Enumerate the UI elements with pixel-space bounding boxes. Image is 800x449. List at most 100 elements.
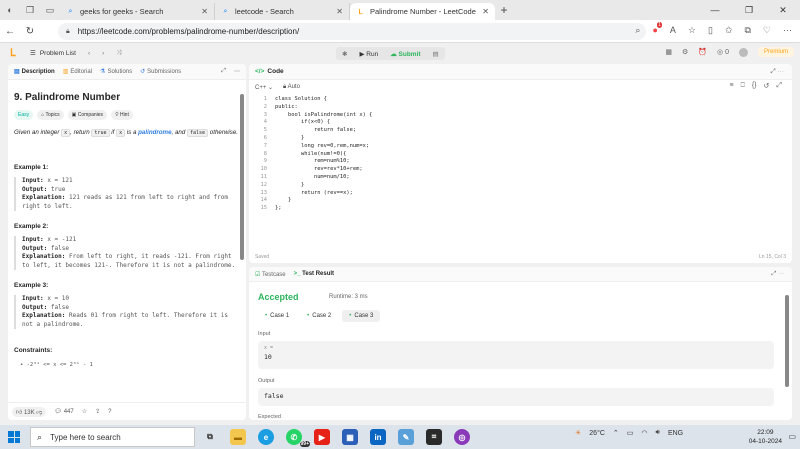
tray-chevron-icon[interactable]: ⌃ — [613, 429, 619, 437]
browser-tab-palindrome[interactable]: ᒪ Palindrome Number - LeetCode ✕ — [350, 3, 495, 20]
task-view-icon[interactable]: ⧉ — [202, 429, 218, 445]
notifications-icon[interactable]: ⏰ — [698, 48, 707, 56]
tab-solutions[interactable]: ⚗ Solutions — [100, 68, 132, 75]
expand-icon[interactable]: ⤢ — [221, 68, 226, 75]
palindrome-link[interactable]: palindrome — [138, 129, 171, 136]
help-icon[interactable]: ? — [108, 409, 111, 415]
code-line[interactable]: 6 } — [249, 135, 792, 143]
companies-badge[interactable]: ▣ Companies — [67, 110, 108, 120]
tab-actions-icon[interactable]: ▭ — [40, 0, 60, 20]
code-line[interactable]: 4 if(x<0) { — [249, 119, 792, 127]
prev-problem-icon[interactable]: ‹ — [88, 50, 90, 57]
youtube-icon[interactable]: ▶ — [314, 429, 330, 445]
new-tab-button[interactable]: + — [495, 3, 513, 17]
notes-icon[interactable]: ▤ — [433, 50, 439, 58]
close-tab-icon[interactable]: ✕ — [482, 7, 489, 16]
case-3-tab[interactable]: • Case 3 — [342, 310, 381, 322]
problem-list-nav[interactable]: ☰ Problem List ‹ › ⤨ — [30, 49, 122, 57]
next-problem-icon[interactable]: › — [102, 50, 104, 57]
code-line[interactable]: 14 } — [249, 197, 792, 205]
close-tab-icon[interactable]: ✕ — [201, 7, 208, 16]
language-select[interactable]: C++ ⌄ — [255, 84, 273, 91]
tab-testcase[interactable]: ☑ Testcase — [255, 271, 286, 278]
code-line[interactable]: 5 return false; — [249, 127, 792, 135]
workspaces-icon[interactable]: ❐ — [20, 0, 40, 20]
zoom-icon[interactable]: ⌕ — [635, 25, 640, 36]
wifi-icon[interactable]: ◠ — [641, 429, 647, 437]
comments-button[interactable]: 💬︎ 447 — [54, 408, 73, 415]
photos-icon[interactable]: ▦ — [342, 429, 358, 445]
debug-icon[interactable]: ✱ — [342, 50, 347, 58]
code-line[interactable]: 10 rev=rev*10+rem; — [249, 166, 792, 174]
share-icon[interactable]: ⇪ — [95, 408, 100, 415]
favorites-icon[interactable]: ✩ — [725, 25, 733, 36]
profile-icon[interactable]: ◐ — [0, 0, 20, 20]
url-field[interactable]: 🔒︎ https://leetcode.com/problems/palindr… — [58, 23, 646, 40]
settings-more-icon[interactable]: ··· — [783, 25, 792, 36]
coins-icon[interactable]: ◎ 0 — [717, 48, 729, 56]
bookmark-icon[interactable]: ⎕ — [741, 82, 745, 90]
layout-icon[interactable]: ▦ — [665, 48, 672, 56]
premium-button[interactable]: Premium — [757, 47, 794, 57]
app-icon[interactable]: ◎ — [454, 429, 470, 445]
panel-menu-icon[interactable]: ⤢ ⋯ — [772, 271, 784, 278]
case-2-tab[interactable]: • Case 2 — [300, 310, 338, 322]
back-icon[interactable]: ← — [0, 26, 20, 37]
code-line[interactable]: 15}; — [249, 205, 792, 213]
result-scrollbar[interactable] — [785, 295, 789, 387]
refresh-icon[interactable]: ↻ — [20, 26, 40, 37]
hint-badge[interactable]: 💡︎ Hint — [111, 110, 133, 120]
favorite-icon[interactable]: ☆ — [82, 408, 87, 415]
tab-editorial[interactable]: ▥ Editorial — [63, 68, 92, 75]
weather-temp[interactable]: 26°C — [589, 430, 605, 437]
like-button[interactable]: 👍︎ 13K 👎︎ — [12, 406, 47, 417]
submit-button[interactable]: ☁ Submit — [390, 50, 420, 58]
run-button[interactable]: ▶ Run — [359, 50, 378, 58]
panel-menu-icon[interactable]: ⋯ — [234, 68, 240, 75]
file-explorer-icon[interactable]: ▬ — [230, 429, 246, 445]
menu-icon[interactable]: ≡ — [730, 82, 734, 90]
code-line[interactable]: 8 while(num!=0){ — [249, 151, 792, 159]
notification-icon[interactable]: ▭ — [788, 432, 796, 441]
tab-test-result[interactable]: >_ Test Result — [294, 271, 334, 277]
read-aloud-icon[interactable]: A — [670, 25, 676, 36]
collections-icon[interactable]: ⧉ — [744, 25, 750, 36]
language-indicator[interactable]: ENG — [668, 430, 683, 437]
code-line[interactable]: 7 long rev=0,rem,num=x; — [249, 143, 792, 151]
code-editor[interactable]: 1 class Solution {2 public: 3 bool isPalind… — [249, 96, 792, 213]
minimize-icon[interactable]: — — [698, 0, 732, 20]
code-line[interactable]: 9 rem=num%10; — [249, 158, 792, 166]
code-line[interactable]: 1 class Solution { — [249, 96, 792, 104]
whatsapp-icon[interactable]: ✆ 99+ — [286, 429, 310, 447]
tab-submissions[interactable]: ↺ Submissions — [140, 68, 181, 75]
paint-icon[interactable]: ✎ — [398, 429, 414, 445]
fullscreen-icon[interactable]: ⤢ — [776, 82, 782, 90]
code-line[interactable]: 13 return (rev==x); — [249, 190, 792, 198]
brackets-icon[interactable]: {} — [752, 82, 757, 90]
close-window-icon[interactable]: ✕ — [766, 0, 800, 20]
tab-description[interactable]: ▤ Description — [14, 68, 55, 75]
leetcode-logo-icon[interactable]: ᒪ — [10, 48, 20, 59]
taskbar-search[interactable]: ⌕ Type here to search — [30, 427, 195, 447]
browser-tab-gfg[interactable]: ⌕ geeks for geeks - Search ✕ — [60, 3, 215, 20]
settings-icon[interactable]: ⚙ — [682, 48, 688, 56]
description-scrollbar[interactable] — [240, 94, 244, 260]
shuffle-icon[interactable]: ⤨ — [116, 49, 121, 57]
browser-tab-leetcode-search[interactable]: ⌕ leetcode - Search ✕ — [215, 3, 350, 20]
case-1-tab[interactable]: • Case 1 — [258, 310, 296, 322]
extension-icon[interactable]: ● 1 — [652, 22, 662, 36]
code-line[interactable]: 12 } — [249, 182, 792, 190]
close-tab-icon[interactable]: ✕ — [336, 7, 343, 16]
avatar[interactable] — [738, 47, 748, 57]
reset-icon[interactable]: ↺ — [764, 82, 770, 90]
vscode-icon[interactable]: ⌗ — [426, 429, 442, 445]
code-line[interactable]: 11 num=num/10; — [249, 174, 792, 182]
maximize-icon[interactable]: ❐ — [732, 0, 766, 20]
topics-badge[interactable]: ⌂ Topics — [37, 110, 64, 120]
network-icon[interactable]: ▭ — [627, 429, 634, 437]
windows-start-icon[interactable] — [8, 431, 20, 443]
auto-mode-toggle[interactable]: 🔒︎ Auto — [283, 84, 300, 91]
code-line[interactable]: 2 public: — [249, 104, 792, 112]
split-screen-icon[interactable]: ▯ — [708, 25, 713, 36]
linkedin-icon[interactable]: in — [370, 429, 386, 445]
